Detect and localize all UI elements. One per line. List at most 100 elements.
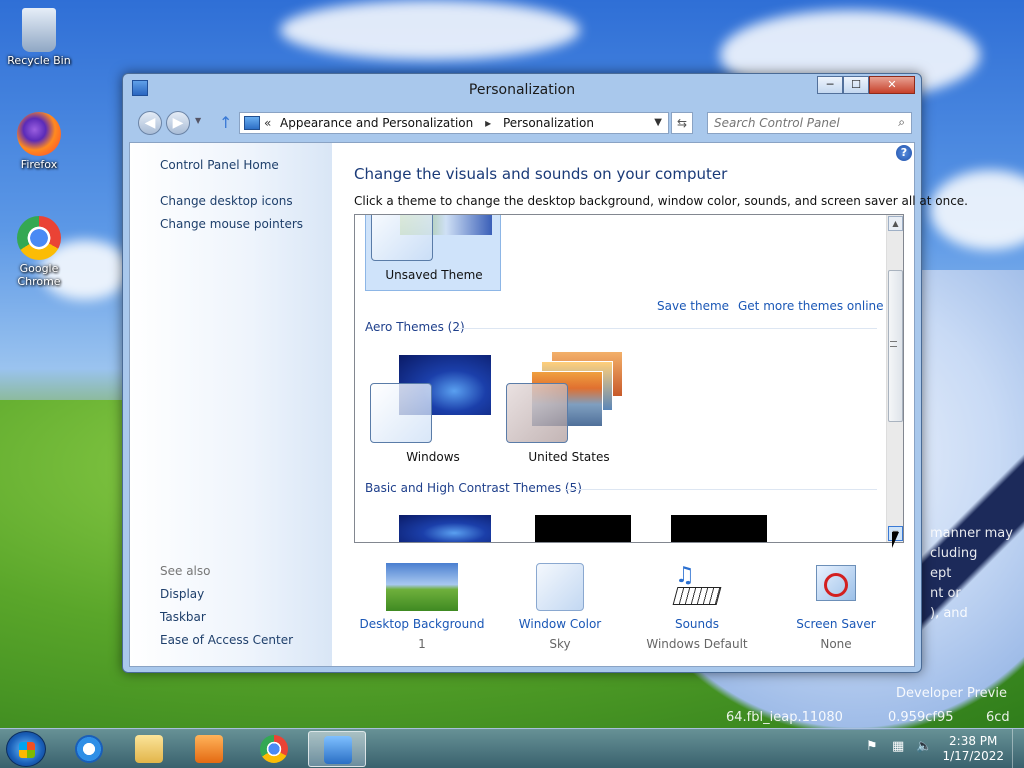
breadcrumb-separator-icon[interactable]: ▸ xyxy=(485,116,491,130)
taskbar-file-explorer[interactable] xyxy=(120,731,178,767)
theme-high-contrast-2[interactable] xyxy=(671,515,767,542)
setting-label: Desktop Background xyxy=(359,617,485,631)
watermark-line: 6cd xyxy=(986,710,1010,725)
screen-saver-icon xyxy=(812,563,860,611)
themes-list: Unsaved Theme Save theme Get more themes… xyxy=(354,214,904,543)
theme-united-states[interactable]: United States xyxy=(501,345,637,464)
setting-label: Sounds xyxy=(674,617,720,631)
theme-label: United States xyxy=(528,450,610,464)
personalization-window: Personalization ─ ☐ ✕ ◀ ▶ ▼ ↑ « Appearan… xyxy=(122,73,968,673)
desktop-icon-label: Firefox xyxy=(20,158,58,171)
setting-value: None xyxy=(820,637,852,651)
change-desktop-icons-link[interactable]: Change desktop icons xyxy=(160,194,293,208)
theme-windows[interactable]: Windows xyxy=(365,345,501,464)
up-arrow-icon[interactable]: ↑ xyxy=(219,113,232,132)
clock[interactable]: 2:38 PM 1/17/2022 xyxy=(942,734,1004,764)
start-button[interactable] xyxy=(6,731,46,767)
no-symbol-icon xyxy=(824,573,848,597)
setting-value: Sky xyxy=(549,637,571,651)
breadcrumb-item[interactable]: Appearance and Personalization xyxy=(280,116,473,130)
taskbar-link[interactable]: Taskbar xyxy=(160,610,206,624)
change-mouse-pointers-link[interactable]: Change mouse pointers xyxy=(160,217,303,231)
save-theme-link[interactable]: Save theme xyxy=(657,299,729,313)
window-color-setting[interactable]: Window Color Sky xyxy=(490,563,630,651)
title-bar[interactable]: Personalization ─ ☐ ✕ xyxy=(123,74,921,106)
taskbar: ⚑ ▦ 🔈 2:38 PM 1/17/2022 xyxy=(0,728,1024,768)
glass-swatch xyxy=(371,215,433,261)
desktop-icon-recycle-bin[interactable]: Recycle Bin xyxy=(4,8,74,67)
watermark-line: 64.fbl_ieap.11080 xyxy=(726,710,843,725)
control-panel-home-link[interactable]: Control Panel Home xyxy=(160,158,279,172)
volume-icon[interactable]: 🔈 xyxy=(916,739,932,754)
desktop-background-setting[interactable]: Desktop Background 1 xyxy=(352,563,492,651)
glass-swatch xyxy=(506,383,568,443)
theme-high-contrast-1[interactable] xyxy=(535,515,631,542)
search-input[interactable] xyxy=(714,113,884,133)
screen-saver-setting[interactable]: Screen Saver None xyxy=(766,563,906,651)
action-center-flag-icon[interactable]: ⚑ xyxy=(866,739,878,754)
back-button[interactable]: ◀ xyxy=(138,111,162,135)
recent-pages-chevron-icon[interactable]: ▼ xyxy=(195,116,201,125)
forward-button[interactable]: ▶ xyxy=(166,111,190,135)
sounds-setting[interactable]: ♫ Sounds Windows Default xyxy=(627,563,767,651)
taskbar-chrome[interactable] xyxy=(245,731,303,767)
page-description: Click a theme to change the desktop back… xyxy=(354,194,968,208)
divider xyxy=(457,328,877,329)
breadcrumb-item[interactable]: Personalization xyxy=(503,116,594,130)
divider xyxy=(565,489,877,490)
setting-value: 1 xyxy=(418,637,426,651)
close-button[interactable]: ✕ xyxy=(869,76,915,94)
address-chevron-icon[interactable]: « xyxy=(264,113,271,133)
desktop-icon-label: Recycle Bin xyxy=(7,54,71,67)
search-icon[interactable]: ⌕ xyxy=(898,115,905,130)
content-area: Control Panel Home Change desktop icons … xyxy=(129,142,968,667)
firefox-icon xyxy=(17,112,61,156)
media-player-icon xyxy=(195,735,223,763)
theme-windows-basic[interactable] xyxy=(399,515,491,542)
theme-unsaved[interactable]: Unsaved Theme xyxy=(365,215,501,291)
show-desktop-button[interactable] xyxy=(1012,729,1024,768)
help-icon[interactable]: ? xyxy=(896,145,912,161)
control-panel-icon xyxy=(324,736,352,764)
desktop-icon-label: Google Chrome xyxy=(17,262,61,288)
chrome-icon xyxy=(17,216,61,260)
desktop-background-icon xyxy=(386,563,458,611)
desktop-icon-firefox[interactable]: Firefox xyxy=(4,112,74,171)
aero-themes-header: Aero Themes (2) xyxy=(365,320,465,334)
minimize-button[interactable]: ─ xyxy=(817,76,843,94)
see-also-label: See also xyxy=(160,564,211,578)
watermark-line: ept xyxy=(930,566,952,581)
sounds-icon: ♫ xyxy=(671,563,723,611)
maximize-button[interactable]: ☐ xyxy=(843,76,869,94)
page-title: Change the visuals and sounds on your co… xyxy=(354,165,728,183)
taskbar-internet-explorer[interactable] xyxy=(60,731,118,767)
scroll-up-icon[interactable]: ▲ xyxy=(888,216,903,231)
network-icon[interactable]: ▦ xyxy=(892,739,904,754)
recycle-bin-icon xyxy=(22,8,56,52)
refresh-button[interactable]: ⇆ xyxy=(671,112,693,134)
address-bar[interactable]: « Appearance and Personalization ▸ Perso… xyxy=(239,112,669,134)
clock-time: 2:38 PM xyxy=(949,734,998,748)
control-panel-icon xyxy=(244,116,260,130)
watermark-line: Developer Previe xyxy=(896,686,1007,701)
display-link[interactable]: Display xyxy=(160,587,204,601)
window-title: Personalization xyxy=(468,82,576,98)
ease-of-access-link[interactable]: Ease of Access Center xyxy=(160,633,293,647)
address-dropdown-icon[interactable]: ▼ xyxy=(654,113,662,133)
clock-date: 1/17/2022 xyxy=(942,749,1004,763)
mouse-cursor-icon xyxy=(892,532,899,548)
taskbar-media-player[interactable] xyxy=(180,731,238,767)
search-box[interactable]: ⌕ xyxy=(707,112,912,134)
windows-logo-icon xyxy=(19,742,35,758)
taskbar-control-panel[interactable] xyxy=(308,731,366,767)
piano-keys-icon xyxy=(672,587,722,605)
cloud xyxy=(280,0,580,60)
get-more-themes-link[interactable]: Get more themes online xyxy=(738,299,884,313)
glass-swatch xyxy=(370,383,432,443)
setting-label: Window Color xyxy=(518,617,602,631)
desktop-icon-chrome[interactable]: Google Chrome xyxy=(4,216,74,288)
window-color-icon xyxy=(536,563,584,611)
navigation-bar: ◀ ▶ ▼ ↑ « Appearance and Personalization… xyxy=(131,108,915,138)
folder-icon xyxy=(135,735,163,763)
themes-scrollbar[interactable]: ▲ ▼ xyxy=(886,215,903,542)
